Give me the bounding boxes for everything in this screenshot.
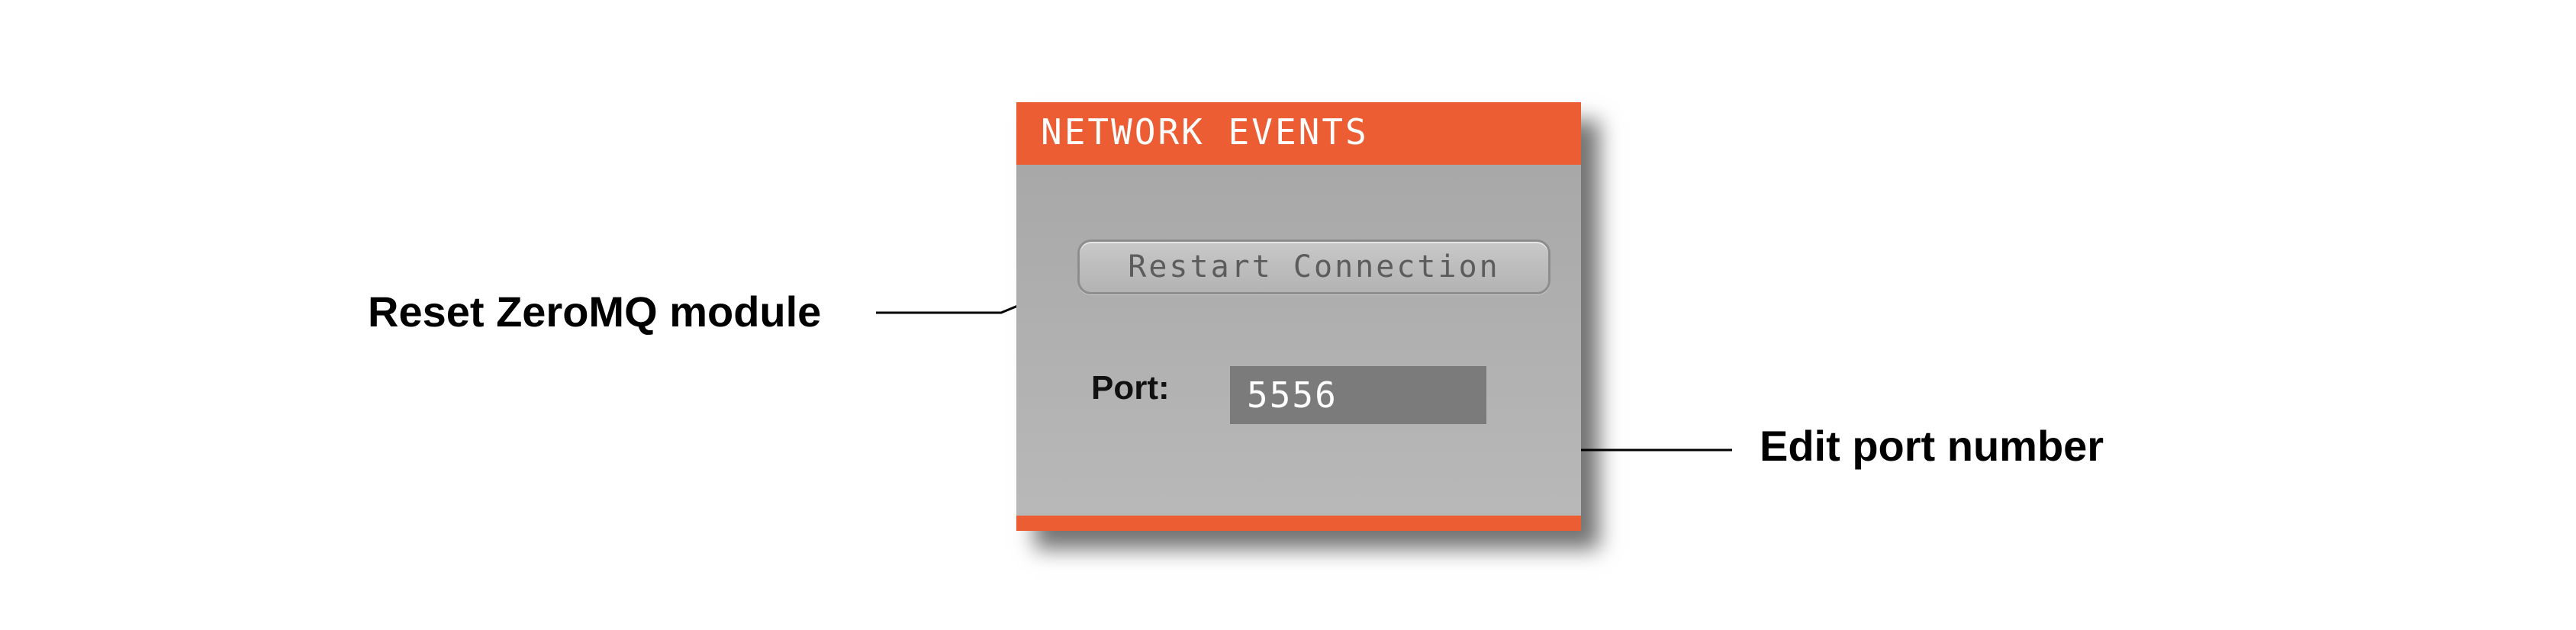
port-label: Port:	[1091, 369, 1170, 407]
network-events-panel: NETWORK EVENTS Restart Connection Port: …	[1016, 102, 1581, 531]
port-callout-label: Edit port number	[1760, 422, 2104, 470]
panel-header: NETWORK EVENTS	[1016, 102, 1581, 165]
panel-footer	[1016, 516, 1581, 531]
panel-title: NETWORK EVENTS	[1041, 111, 1369, 153]
port-input[interactable]: 5556	[1230, 366, 1486, 424]
annotated-screenshot: Reset ZeroMQ module Edit port number NET…	[0, 0, 2576, 630]
restart-connection-button[interactable]: Restart Connection	[1077, 239, 1550, 294]
reset-callout-label: Reset ZeroMQ module	[368, 288, 822, 336]
